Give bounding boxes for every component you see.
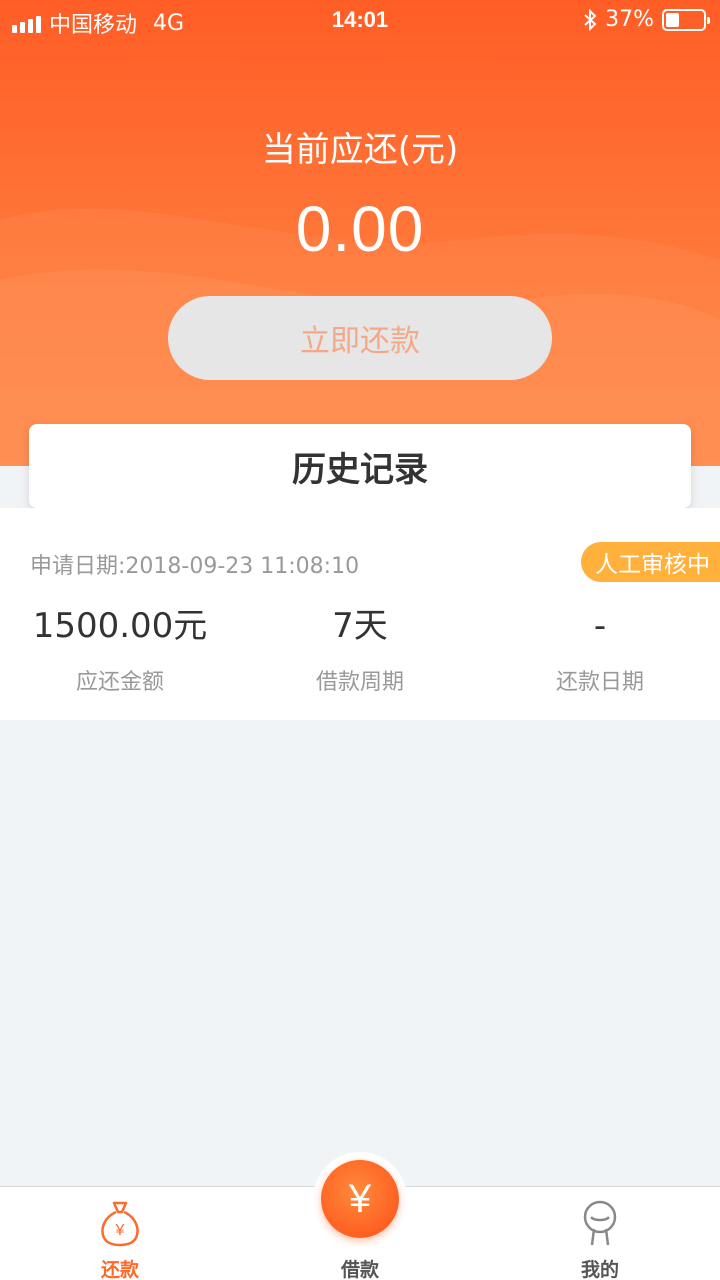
battery-percent: 37% [605,7,654,32]
nav-label-repay: 还款 [100,1259,139,1280]
repay-date-label: 还款日期 [555,670,644,695]
nav-item-mine[interactable]: 我的 [480,1187,720,1280]
header-banner: 中国移动 4G 14:01 37% 当前应还(元) 0.00 立即还款 [0,0,720,466]
bluetooth-icon [584,8,597,31]
borrow-yen-button[interactable]: ¥ [321,1160,399,1238]
history-records-tab[interactable]: 历史记录 [29,424,691,508]
money-bag-icon: ¥ [101,1201,139,1247]
stat-period: 7天 借款周期 [240,604,480,696]
status-bar: 中国移动 4G 14:01 37% [0,0,720,40]
stat-repay-date: - 还款日期 [480,604,720,696]
amount-value: 1500.00元 [32,606,208,646]
period-label: 借款周期 [315,670,404,695]
due-amount-value: 0.00 [295,193,425,265]
nav-label-borrow: 借款 [340,1259,379,1280]
amount-label: 应还金额 [75,670,164,695]
repay-now-button[interactable]: 立即还款 [168,296,552,380]
period-value: 7天 [332,606,388,646]
svg-text:¥: ¥ [115,1222,125,1239]
nav-item-repay[interactable]: ¥ 还款 [0,1187,240,1280]
loan-record[interactable]: 申请日期:2018-09-23 11:08:10 人工审核中 1500.00元 … [0,508,720,720]
apply-date: 申请日期:2018-09-23 11:08:10 [30,554,360,579]
repay-date-value: - [593,606,607,646]
stat-amount: 1500.00元 应还金额 [0,604,240,696]
due-amount-label: 当前应还(元) [261,130,459,170]
nav-label-mine: 我的 [580,1259,619,1280]
battery-icon [662,8,710,31]
status-badge: 人工审核中 [581,542,720,582]
person-icon [583,1200,617,1246]
